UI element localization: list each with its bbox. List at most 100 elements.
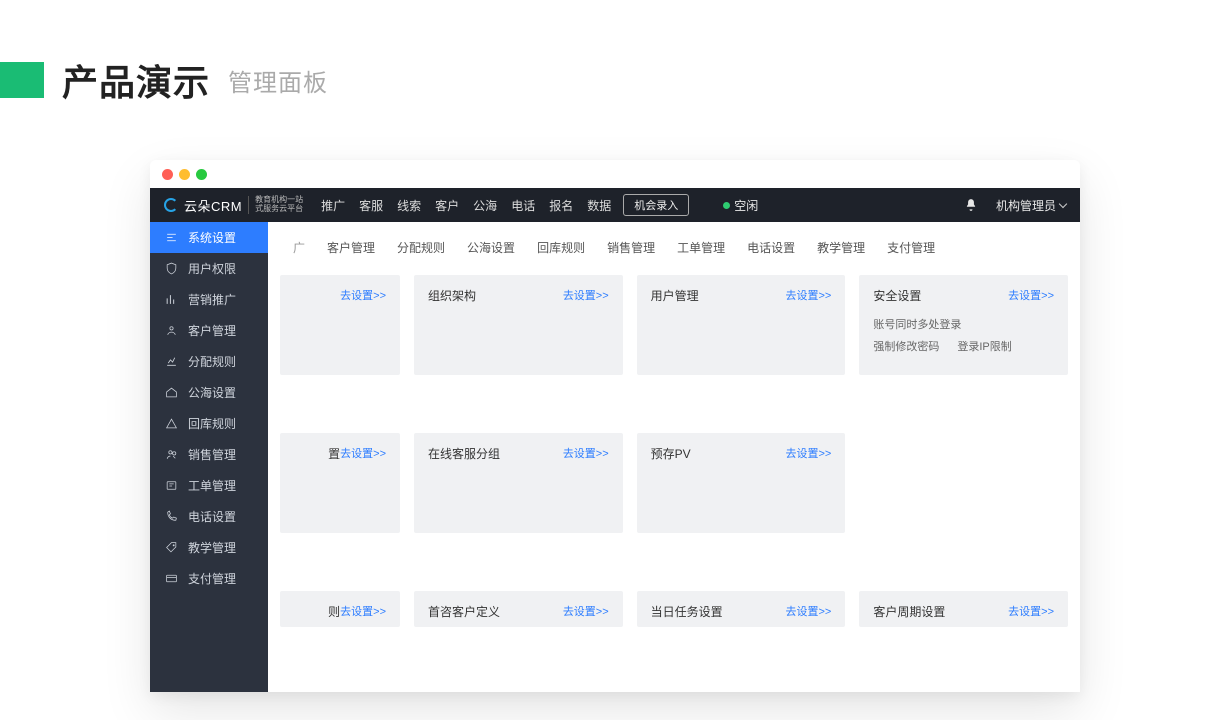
settings-card: 用户管理 去设置>> <box>637 275 846 375</box>
card-sub-item: 登录IP限制 <box>957 338 1011 354</box>
status-indicator: 空闲 <box>723 197 758 214</box>
tab-item[interactable]: 教学管理 <box>806 232 876 263</box>
card-row: 去设置>> 组织架构 去设置>> 用户管理 去设置>> <box>280 275 1068 375</box>
go-settings-link[interactable]: 去设置>> <box>563 445 609 461</box>
settings-card: 首咨客户定义 去设置>> <box>414 591 623 627</box>
search-person-icon <box>164 448 178 461</box>
go-settings-link[interactable]: 去设置>> <box>785 287 831 303</box>
card-title: 当日任务设置 <box>651 603 723 620</box>
go-settings-link[interactable]: 去设置>> <box>1008 603 1054 619</box>
tab-item[interactable]: 销售管理 <box>596 232 666 263</box>
sidebar-item[interactable]: 系统设置 <box>150 222 268 253</box>
main-content: 广 客户管理 分配规则 公海设置 回库规则 销售管理 工单管理 电话设置 教学管… <box>268 222 1080 692</box>
sidebar-item-label: 系统设置 <box>188 229 236 246</box>
bell-icon[interactable] <box>964 198 978 212</box>
settings-card: 去设置>> <box>280 275 400 375</box>
card-title: 安全设置 <box>873 287 921 304</box>
sidebar-item[interactable]: 客户管理 <box>150 315 268 346</box>
sidebar-item-label: 销售管理 <box>188 446 236 463</box>
sidebar-item-label: 教学管理 <box>188 539 236 556</box>
nav-item[interactable]: 推广 <box>321 197 345 214</box>
status-dot-icon <box>723 202 730 209</box>
nav-item[interactable]: 客户 <box>435 197 459 214</box>
settings-card: 在线客服分组 去设置>> <box>414 433 623 533</box>
triangle-icon <box>164 417 178 430</box>
sidebar-item[interactable]: 公海设置 <box>150 377 268 408</box>
go-settings-link[interactable]: 去设置>> <box>785 445 831 461</box>
nav-item[interactable]: 线索 <box>397 197 421 214</box>
settings-card: 预存PV 去设置>> <box>637 433 846 533</box>
accent-bar <box>0 62 44 98</box>
page-title-main: 产品演示 <box>62 54 210 106</box>
go-settings-link[interactable]: 去设置>> <box>785 603 831 619</box>
tab-item[interactable]: 电话设置 <box>736 232 806 263</box>
tab-item[interactable]: 分配规则 <box>386 232 456 263</box>
sidebar-item[interactable]: 支付管理 <box>150 563 268 594</box>
logo-text: 云朵CRM <box>184 196 242 215</box>
sidebar-item[interactable]: 电话设置 <box>150 501 268 532</box>
settings-icon <box>164 231 178 244</box>
sidebar-item[interactable]: 分配规则 <box>150 346 268 377</box>
settings-card: 安全设置 去设置>> 账号同时多处登录 强制修改密码 登录IP限制 <box>859 275 1068 375</box>
chart-icon <box>164 293 178 306</box>
card-title: 客户周期设置 <box>873 603 945 620</box>
phone-icon <box>164 510 178 523</box>
nav-item[interactable]: 报名 <box>549 197 573 214</box>
zoom-dot-icon[interactable] <box>196 169 207 180</box>
sidebar-item[interactable]: 回库规则 <box>150 408 268 439</box>
tab-item[interactable]: 支付管理 <box>876 232 946 263</box>
sidebar-item-label: 公海设置 <box>188 384 236 401</box>
card-title: 首咨客户定义 <box>428 603 500 620</box>
top-nav: 云朵CRM 教育机构一站 式服务云平台 推广 客服 线索 客户 公海 电话 报名… <box>150 188 1080 222</box>
settings-card: 当日任务设置 去设置>> <box>637 591 846 627</box>
rules-icon <box>164 355 178 368</box>
user-dropdown[interactable]: 机构管理员 <box>996 197 1066 214</box>
tab-item[interactable]: 客户管理 <box>316 232 386 263</box>
tab-item-cut[interactable]: 广 <box>282 232 316 263</box>
logo-subtext: 教育机构一站 式服务云平台 <box>248 196 303 214</box>
card-sub-item: 账号同时多处登录 <box>873 316 961 332</box>
sidebar-item-label: 用户权限 <box>188 260 236 277</box>
sidebar-item-label: 电话设置 <box>188 508 236 525</box>
go-settings-link[interactable]: 去设置>> <box>1008 287 1054 303</box>
top-nav-items: 推广 客服 线索 客户 公海 电话 报名 数据 <box>321 197 611 214</box>
tabs-bar: 广 客户管理 分配规则 公海设置 回库规则 销售管理 工单管理 电话设置 教学管… <box>268 222 1080 267</box>
tab-item[interactable]: 公海设置 <box>456 232 526 263</box>
sidebar-item-label: 营销推广 <box>188 291 236 308</box>
tab-item[interactable]: 工单管理 <box>666 232 736 263</box>
go-settings-link[interactable]: 去设置>> <box>563 603 609 619</box>
go-settings-link[interactable]: 去设置>> <box>563 287 609 303</box>
house-icon <box>164 386 178 399</box>
nav-item[interactable]: 数据 <box>587 197 611 214</box>
card-title: 预存PV <box>651 445 691 462</box>
record-button[interactable]: 机会录入 <box>623 194 689 216</box>
sidebar-item[interactable]: 用户权限 <box>150 253 268 284</box>
sidebar-item[interactable]: 教学管理 <box>150 532 268 563</box>
sidebar-item[interactable]: 营销推广 <box>150 284 268 315</box>
settings-card: 客户周期设置 去设置>> <box>859 591 1068 627</box>
go-settings-link[interactable]: 去设置>> <box>340 287 386 303</box>
page-title-sub: 管理面板 <box>228 63 328 98</box>
nav-item[interactable]: 公海 <box>473 197 497 214</box>
settings-card: 则 去设置>> <box>280 591 400 627</box>
sidebar-item-label: 支付管理 <box>188 570 236 587</box>
status-label: 空闲 <box>734 197 758 214</box>
chevron-down-icon <box>1059 199 1067 207</box>
card-row: 置 去设置>> 在线客服分组 去设置>> 预存PV 去设置>> <box>280 433 1068 533</box>
go-settings-link[interactable]: 去设置>> <box>340 603 386 619</box>
card-icon <box>164 572 178 585</box>
close-dot-icon[interactable] <box>162 169 173 180</box>
nav-item[interactable]: 电话 <box>511 197 535 214</box>
nav-item[interactable]: 客服 <box>359 197 383 214</box>
shield-icon <box>164 262 178 275</box>
card-title: 组织架构 <box>428 287 476 304</box>
card-title-cut: 置 <box>328 445 340 462</box>
card-row: 则 去设置>> 首咨客户定义 去设置>> 当日任务设置 去设置>> <box>280 591 1068 627</box>
sidebar-item[interactable]: 销售管理 <box>150 439 268 470</box>
sidebar-item[interactable]: 工单管理 <box>150 470 268 501</box>
person-icon <box>164 324 178 337</box>
logo-icon <box>164 198 178 212</box>
minimize-dot-icon[interactable] <box>179 169 190 180</box>
go-settings-link[interactable]: 去设置>> <box>340 445 386 461</box>
tab-item[interactable]: 回库规则 <box>526 232 596 263</box>
